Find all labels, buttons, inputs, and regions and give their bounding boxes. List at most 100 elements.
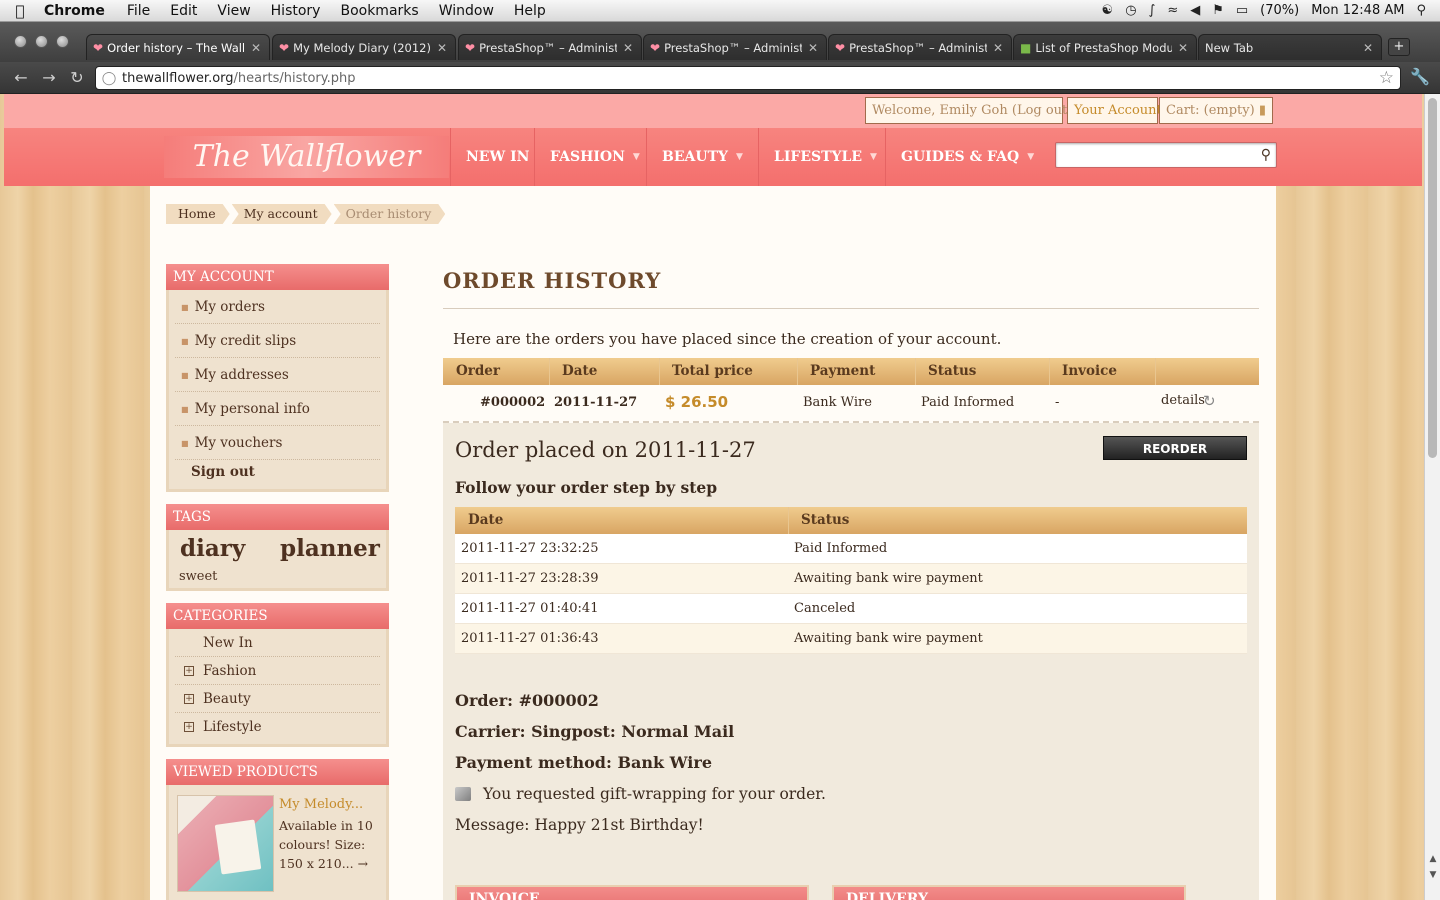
order-placed-heading: Order placed on 2011-11-27 (455, 438, 756, 462)
forward-arrow-icon[interactable]: → (38, 67, 60, 89)
window-zoom-button[interactable] (56, 35, 69, 48)
cart-link[interactable]: Cart: (empty) ▮ (1159, 97, 1273, 124)
bullet-icon: ■ (181, 336, 189, 346)
menu-window[interactable]: Window (429, 3, 504, 19)
your-account-link[interactable]: Your Account (1067, 97, 1162, 124)
tag-diary[interactable]: diary (180, 535, 245, 562)
nav-label: LIFESTYLE (774, 149, 863, 165)
nav-label: NEW IN (466, 149, 530, 165)
breadcrumb: Home My account Order history (166, 204, 447, 224)
page-scrollbar[interactable]: ▲ ▼ (1424, 94, 1440, 900)
reorder-button[interactable]: REORDER (1103, 436, 1247, 460)
cart-label: Cart: (empty) (1166, 103, 1255, 118)
table-row[interactable]: #000002 2011-11-27 $ 26.50 Bank Wire Pai… (443, 385, 1259, 423)
battery-icon[interactable]: ▭ (1236, 3, 1248, 18)
menu-edit[interactable]: Edit (160, 3, 207, 19)
scrollbar-thumb[interactable] (1428, 98, 1437, 458)
category-beauty[interactable]: + Beauty (175, 685, 380, 713)
gift-wrap-notice: You requested gift-wrapping for your ord… (455, 785, 826, 803)
product-name-link[interactable]: My Melody... (279, 797, 363, 812)
tab-close-icon[interactable]: ✕ (1178, 41, 1188, 55)
tag-sweet[interactable]: sweet (179, 569, 217, 584)
menu-help[interactable]: Help (504, 3, 556, 19)
account-link-orders[interactable]: ■ My orders (175, 290, 380, 324)
battery-percent[interactable]: (70%) (1260, 3, 1299, 18)
browser-tab[interactable]: ❤ Order history – The Wallfl ✕ (86, 34, 270, 60)
time-machine-icon[interactable]: ◷ (1125, 3, 1136, 18)
details-link[interactable]: details (1161, 393, 1205, 408)
bookmark-star-icon[interactable]: ☆ (1379, 68, 1394, 88)
account-link-addresses[interactable]: ■ My addresses (175, 358, 380, 392)
browser-tab[interactable]: ❤ PrestaShop™ – Administra ✕ (828, 34, 1012, 60)
back-arrow-icon[interactable]: ← (10, 67, 32, 89)
welcome-logout-link[interactable]: Welcome, Emily Goh (Log out) (865, 97, 1072, 124)
tab-close-icon[interactable]: ✕ (623, 41, 633, 55)
col-order: Order (456, 363, 501, 379)
window-minimize-button[interactable] (35, 35, 48, 48)
window-close-button[interactable] (14, 35, 27, 48)
address-bar[interactable]: ◯ thewallflower.org /hearts/history.php … (95, 66, 1401, 90)
nav-lifestyle[interactable]: LIFESTYLE ▼ (758, 128, 885, 186)
account-link-personal-info[interactable]: ■ My personal info (175, 392, 380, 426)
reload-icon[interactable]: ↻ (66, 67, 88, 89)
flag-icon[interactable]: ⚑ (1212, 3, 1224, 18)
nav-beauty[interactable]: BEAUTY ▼ (646, 128, 758, 186)
browser-tab[interactable]: ❤ PrestaShop™ – Administra ✕ (643, 34, 827, 60)
apple-icon[interactable]:  (0, 2, 40, 20)
tab-close-icon[interactable]: ✕ (1363, 41, 1373, 55)
expand-plus-icon[interactable]: + (184, 694, 194, 704)
col-step-status: Status (801, 512, 850, 528)
search-input[interactable]: ⚲ (1055, 142, 1277, 168)
scroll-up-arrow-icon[interactable]: ▲ (1425, 854, 1440, 868)
block-title: MY ACCOUNT (166, 264, 389, 290)
tag-planner[interactable]: planner (280, 535, 380, 562)
order-date: 2011-11-27 (554, 395, 638, 410)
follow-order-heading: Follow your order step by step (455, 478, 718, 497)
spotlight-search-icon[interactable]: ⚲ (1416, 3, 1426, 18)
search-icon[interactable]: ⚲ (1261, 147, 1271, 163)
browser-tab[interactable]: ❤ My Melody Diary (2012) – ✕ (272, 34, 456, 60)
table-row: 2011-11-27 01:40:41 Canceled (455, 594, 1247, 624)
status-app-icon[interactable]: ☯ (1102, 3, 1114, 18)
table-row: 2011-11-27 23:32:25 Paid Informed (455, 534, 1247, 564)
menu-app-name[interactable]: Chrome (40, 3, 117, 19)
expand-plus-icon[interactable]: + (184, 722, 194, 732)
breadcrumb-my-account[interactable]: My account (232, 204, 332, 224)
menu-history[interactable]: History (261, 3, 331, 19)
expand-plus-icon[interactable]: + (184, 666, 194, 676)
category-new-in[interactable]: New In (175, 629, 380, 657)
site-logo[interactable]: The Wallflower (164, 136, 449, 178)
browser-tab[interactable]: ❤ PrestaShop™ – Administra ✕ (458, 34, 642, 60)
bluetooth-icon[interactable]: ∫ (1149, 3, 1156, 18)
menu-view[interactable]: View (207, 3, 260, 19)
content-panel: Home My account Order history MY ACCOUNT… (150, 186, 1276, 900)
carrier-line: Carrier: Singpost: Normal Mail (455, 722, 735, 741)
category-lifestyle[interactable]: + Lifestyle (175, 713, 380, 741)
nav-new-in[interactable]: NEW IN (450, 128, 534, 186)
browser-tab[interactable]: New Tab ✕ (1198, 34, 1382, 60)
nav-fashion[interactable]: FASHION ▼ (534, 128, 646, 186)
clock[interactable]: Mon 12:48 AM (1311, 3, 1404, 18)
product-thumbnail[interactable] (177, 795, 274, 892)
wifi-icon[interactable]: ≈ (1167, 3, 1178, 18)
tab-close-icon[interactable]: ✕ (993, 41, 1003, 55)
nav-guides-faq[interactable]: GUIDES & FAQ ▼ (885, 128, 1035, 186)
tab-close-icon[interactable]: ✕ (251, 41, 261, 55)
wrench-menu-icon[interactable]: 🔧 (1410, 67, 1430, 86)
tab-close-icon[interactable]: ✕ (437, 41, 447, 55)
tags-block: TAGS diary planner sweet (166, 504, 389, 591)
sign-out-link[interactable]: Sign out (175, 460, 380, 488)
new-tab-button[interactable]: + (1388, 38, 1410, 56)
reorder-refresh-icon[interactable]: ↻ (1203, 392, 1216, 410)
tab-close-icon[interactable]: ✕ (808, 41, 818, 55)
order-id[interactable]: #000002 (480, 395, 545, 410)
menu-bookmarks[interactable]: Bookmarks (330, 3, 428, 19)
account-link-credit-slips[interactable]: ■ My credit slips (175, 324, 380, 358)
menu-file[interactable]: File (117, 3, 160, 19)
category-fashion[interactable]: + Fashion (175, 657, 380, 685)
scroll-down-arrow-icon[interactable]: ▼ (1425, 870, 1440, 884)
browser-tab[interactable]: ■ List of PrestaShop Module ✕ (1013, 34, 1197, 60)
account-link-vouchers[interactable]: ■ My vouchers (175, 426, 380, 460)
volume-icon[interactable]: ◀ (1190, 3, 1200, 18)
breadcrumb-home[interactable]: Home (166, 204, 230, 224)
